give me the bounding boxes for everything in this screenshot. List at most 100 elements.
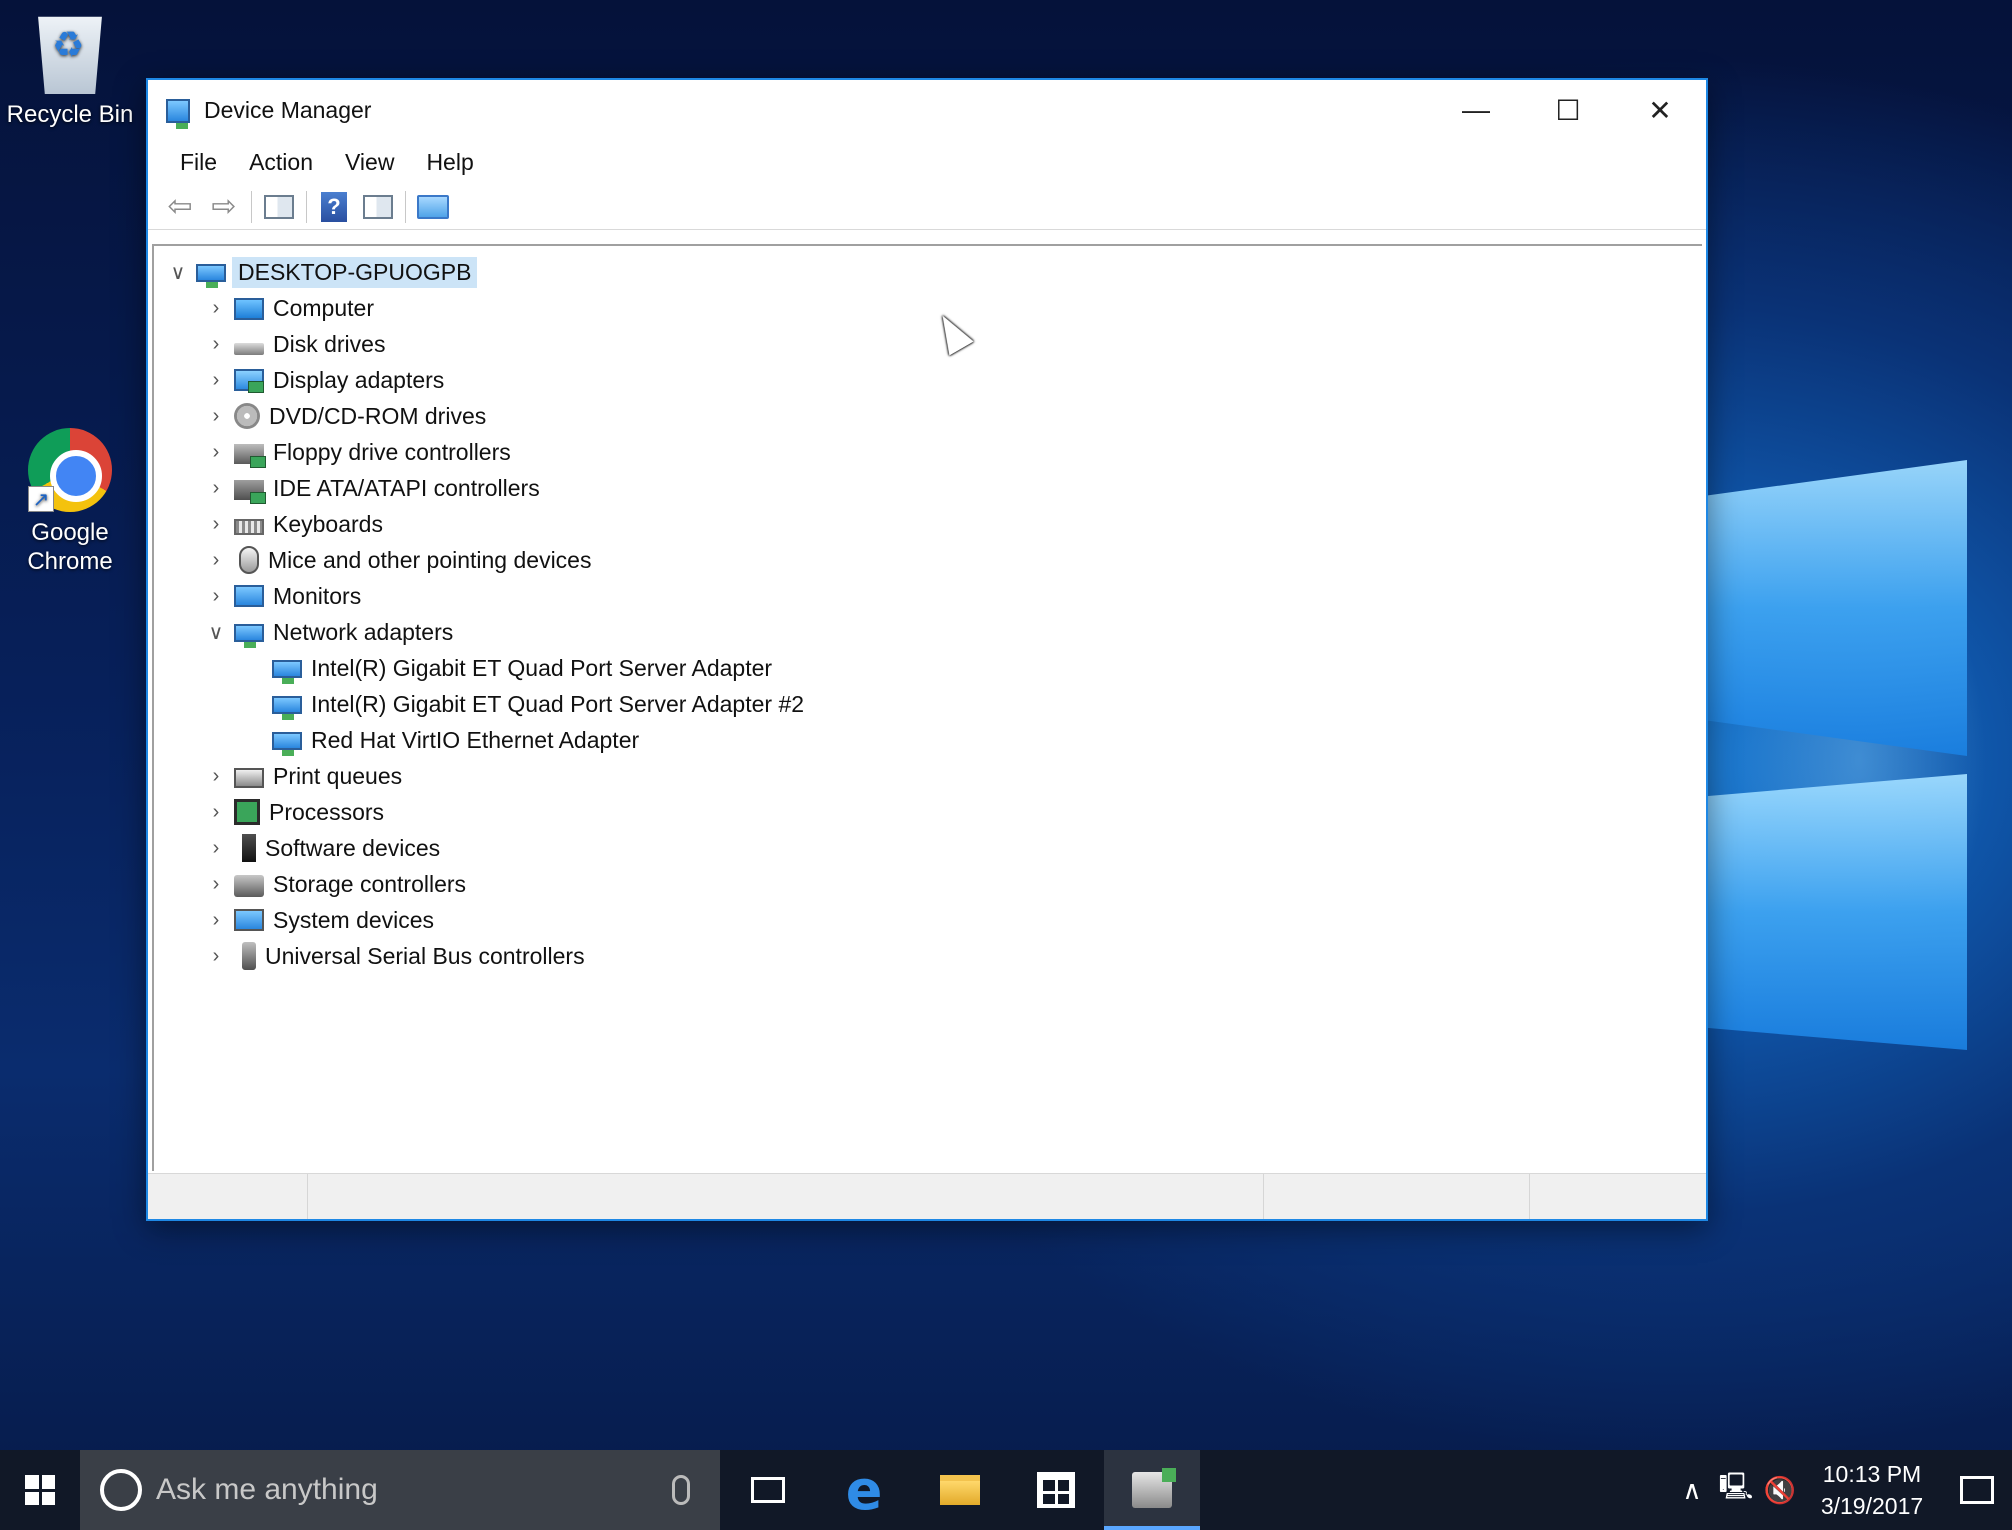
toolbar-separator [306,190,307,223]
taskbar: Ask me anything e ∧ 🖳 🔇 10:13 PM 3/19/20… [0,1450,2012,1530]
expand-chevron-icon[interactable]: › [198,362,234,398]
chevron-up-icon: ∧ [1682,1474,1702,1505]
device-tree[interactable]: ∨ DESKTOP-GPUOGPB › Computer › Disk driv… [152,244,1702,1171]
tree-item-system-devices[interactable]: › System devices [154,902,1702,938]
show-hide-action-pane-button[interactable] [356,187,400,227]
collapse-chevron-icon[interactable]: ∨ [160,254,196,290]
forward-icon: ⇨ [211,190,237,223]
tree-item-usb-controllers[interactable]: › Universal Serial Bus controllers [154,938,1702,974]
system-device-icon [234,909,264,931]
tree-item-label: Processors [269,798,385,825]
expand-chevron-icon[interactable]: › [198,542,234,578]
expand-chevron-icon[interactable]: › [198,866,234,902]
tree-child-network-adapter[interactable]: Intel(R) Gigabit ET Quad Port Server Ada… [154,650,1702,686]
device-manager-window: Device Manager — ☐ ✕ File Action View He… [146,78,1708,1221]
taskbar-file-explorer-button[interactable] [912,1450,1008,1530]
expand-chevron-icon[interactable]: › [198,290,234,326]
tree-child-network-adapter[interactable]: Red Hat VirtIO Ethernet Adapter [154,722,1702,758]
expand-chevron-icon[interactable]: › [198,326,234,362]
close-button[interactable]: ✕ [1614,80,1706,140]
window-controls: — ☐ ✕ [1430,80,1706,140]
action-center-button[interactable] [1942,1450,2012,1530]
tree-root-row[interactable]: ∨ DESKTOP-GPUOGPB [154,254,1702,290]
tree-item-print-queues[interactable]: › Print queues [154,758,1702,794]
software-device-icon [242,834,256,862]
desktop-icon-recycle-bin[interactable]: Recycle Bin [0,10,140,129]
tree-item-keyboards[interactable]: › Keyboards [154,506,1702,542]
menu-file[interactable]: File [168,143,229,182]
status-cell [308,1174,1264,1219]
expand-chevron-icon[interactable]: › [198,470,234,506]
network-tray-button[interactable]: 🖳 [1714,1450,1758,1530]
keyboard-icon [234,519,264,535]
tree-item-processors[interactable]: › Processors [154,794,1702,830]
maximize-button[interactable]: ☐ [1522,80,1614,140]
tree-item-label: Computer [273,294,374,321]
status-cell [148,1174,308,1219]
minimize-button[interactable]: — [1430,80,1522,140]
collapse-chevron-icon[interactable]: ∨ [198,614,234,650]
forward-button[interactable]: ⇨ [202,187,246,227]
tree-item-software-devices[interactable]: › Software devices [154,830,1702,866]
expand-chevron-icon[interactable]: › [198,794,234,830]
tree-item-label: Intel(R) Gigabit ET Quad Port Server Ada… [311,654,773,681]
computer-root-icon [196,264,226,288]
network-icon: 🖳 [1718,1471,1754,1501]
expand-chevron-icon[interactable]: › [198,398,234,434]
show-hide-console-tree-button[interactable] [257,187,301,227]
help-button[interactable]: ? [312,187,356,227]
tree-item-storage-controllers[interactable]: › Storage controllers [154,866,1702,902]
expand-chevron-icon[interactable]: › [198,830,234,866]
monitor-icon [234,585,264,607]
title-bar[interactable]: Device Manager — ☐ ✕ [148,80,1706,140]
menu-view[interactable]: View [333,143,406,182]
back-button[interactable]: ⇦ [158,187,202,227]
tree-item-network-adapters[interactable]: ∨ Network adapters [154,614,1702,650]
tree-item-ide-controllers[interactable]: › IDE ATA/ATAPI controllers [154,470,1702,506]
status-cell [1264,1174,1530,1219]
menu-help[interactable]: Help [414,143,485,182]
tree-root-label: DESKTOP-GPUOGPB [232,256,478,288]
tree-item-label: Display adapters [273,366,445,393]
taskbar-edge-button[interactable]: e [816,1450,912,1530]
help-icon: ? [321,191,347,222]
scan-hardware-button[interactable] [411,187,455,227]
tree-item-display-adapters[interactable]: › Display adapters [154,362,1702,398]
task-view-button[interactable] [720,1450,816,1530]
microphone-icon[interactable] [672,1475,690,1505]
taskbar-device-manager-button[interactable] [1104,1450,1200,1530]
expand-chevron-icon[interactable]: › [198,758,234,794]
expand-chevron-icon[interactable]: › [198,506,234,542]
tree-item-computer[interactable]: › Computer [154,290,1702,326]
tree-item-label: Disk drives [273,330,386,357]
show-hidden-icons-button[interactable]: ∧ [1670,1450,1714,1530]
mouse-icon [239,546,259,574]
start-button[interactable] [0,1450,80,1530]
tree-item-label: Intel(R) Gigabit ET Quad Port Server Ada… [311,690,805,717]
expand-chevron-icon[interactable]: › [198,938,234,974]
menu-action[interactable]: Action [237,143,325,182]
tree-item-disk-drives[interactable]: › Disk drives [154,326,1702,362]
clock[interactable]: 10:13 PM 3/19/2017 [1812,1458,1932,1522]
tree-item-monitors[interactable]: › Monitors [154,578,1702,614]
expand-chevron-icon[interactable]: › [198,902,234,938]
tree-item-label: Keyboards [273,510,383,537]
show-hide-console-tree-icon [264,194,294,219]
tree-item-label: System devices [273,906,435,933]
expand-chevron-icon[interactable]: › [198,578,234,614]
tree-item-dvd-drives[interactable]: › DVD/CD-ROM drives [154,398,1702,434]
network-adapter-icon [272,732,302,756]
volume-tray-button[interactable]: 🔇 [1758,1450,1802,1530]
desktop-icon-label: Google Chrome [27,519,113,575]
tree-item-label: Software devices [265,834,441,861]
tree-child-network-adapter[interactable]: Intel(R) Gigabit ET Quad Port Server Ada… [154,686,1702,722]
floppy-controller-icon [234,444,266,468]
desktop-icon-google-chrome[interactable]: ↗ Google Chrome [0,428,140,576]
tree-item-floppy-controllers[interactable]: › Floppy drive controllers [154,434,1702,470]
expand-chevron-icon[interactable]: › [198,434,234,470]
taskbar-store-button[interactable] [1008,1450,1104,1530]
cortana-search-box[interactable]: Ask me anything [80,1450,720,1530]
tree-item-mice[interactable]: › Mice and other pointing devices [154,542,1702,578]
task-view-icon [751,1477,785,1503]
status-bar [148,1173,1706,1219]
